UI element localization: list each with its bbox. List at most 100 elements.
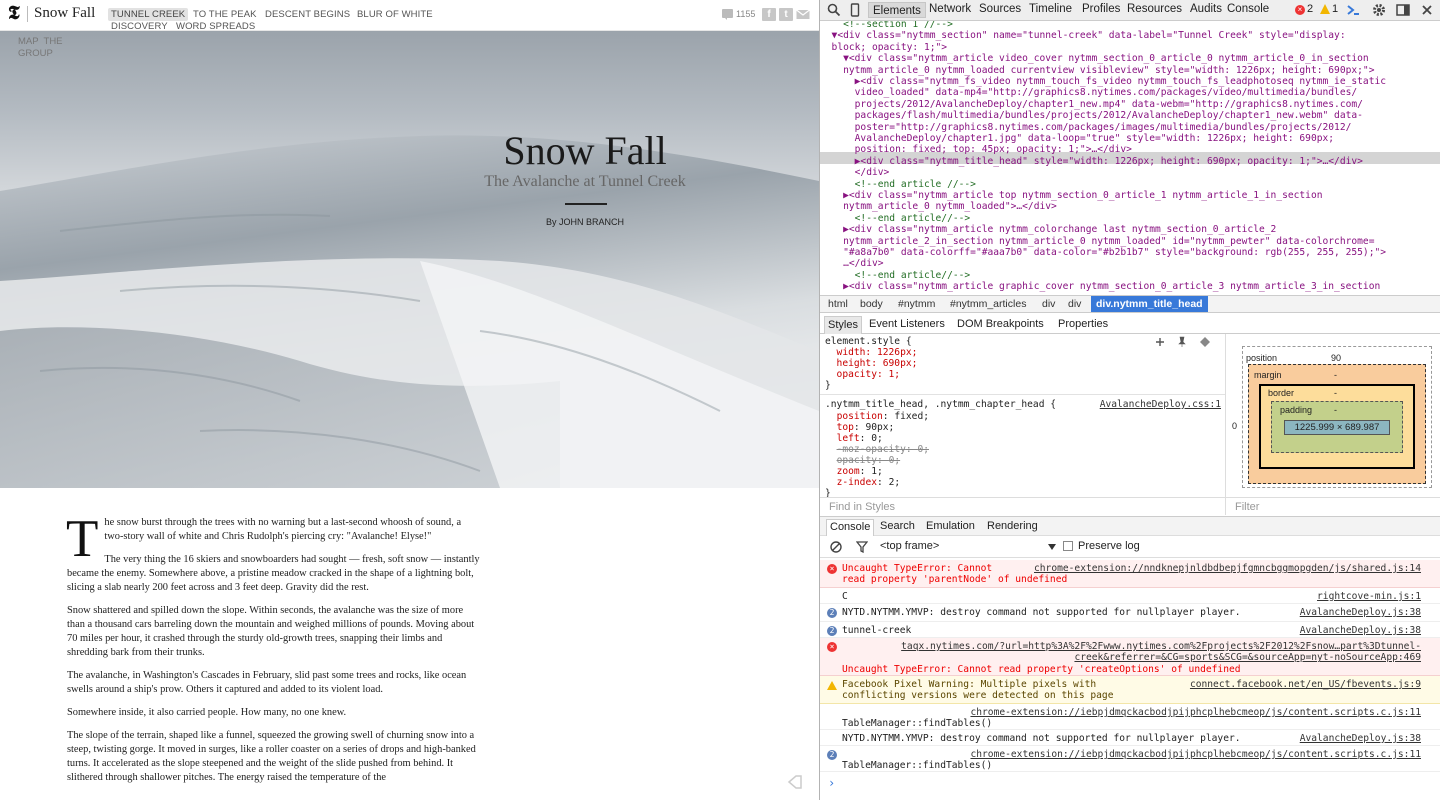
- console-source-link[interactable]: taqx.nytimes.com/?url=http%3A%2F%2Fwww.n…: [901, 641, 1421, 664]
- console-message[interactable]: × Uncaught TypeError: Cannot read proper…: [820, 638, 1440, 676]
- console-source-link[interactable]: chrome-extension://iebpjdmqckacbodjpijph…: [970, 707, 1421, 718]
- chapter-nav-descent-begins[interactable]: DESCENT BEGINS: [265, 9, 350, 20]
- tab-dom-breakpoints[interactable]: DOM Breakpoints: [957, 318, 1044, 330]
- css-property-name[interactable]: left: [837, 433, 860, 444]
- styles-pane[interactable]: element.style { width: 1226px; height: 6…: [820, 334, 1225, 497]
- console-message[interactable]: 2 tunnel-creek AvalancheDeploy.js:38: [820, 622, 1440, 638]
- dom-node-line[interactable]: ▶<div class="nytmm_article nytmm_colorch…: [820, 224, 1276, 235]
- console-source-link[interactable]: connect.facebook.net/en_US/fbevents.js:9: [1190, 679, 1421, 690]
- console-source-link[interactable]: rightcove-min.js:1: [1317, 591, 1421, 602]
- tab-console[interactable]: Console: [1227, 3, 1269, 15]
- facebook-icon[interactable]: f: [762, 8, 776, 21]
- tab-event-listeners[interactable]: Event Listeners: [869, 318, 945, 330]
- story-title-link[interactable]: Snow Fall: [34, 5, 95, 22]
- breadcrumb-item[interactable]: body: [860, 298, 883, 310]
- dom-node-line[interactable]: ▶<div class="nytmm_article top nytmm_sec…: [820, 190, 1322, 201]
- console-source-link[interactable]: AvalancheDeploy.js:38: [1300, 733, 1421, 744]
- dom-node-line[interactable]: ▼<div class="nytmm_article video_cover n…: [820, 53, 1369, 64]
- dom-node-line[interactable]: nytmm_article_2_in_section nytmm_article…: [820, 236, 1374, 247]
- css-property-name[interactable]: top: [837, 422, 854, 433]
- dom-tree[interactable]: <!--section 1 //--> ▼<div class="nytmm_s…: [820, 21, 1440, 295]
- console-message[interactable]: NYTD.NYTMM.YMVP: destroy command not sup…: [820, 730, 1440, 746]
- dom-node-line[interactable]: </div>: [820, 167, 890, 178]
- dom-node-line[interactable]: AvalancheDeploy/chapter1.jpg" data-loop=…: [820, 133, 1334, 144]
- css-property[interactable]: position: fixed;: [825, 411, 929, 422]
- css-property-name[interactable]: zoom: [837, 466, 860, 477]
- chapter-nav-word-spreads[interactable]: WORD SPREADS: [176, 21, 255, 32]
- padding-top[interactable]: -: [1334, 405, 1337, 415]
- dom-node-line[interactable]: block; opacity: 1;">: [820, 42, 948, 53]
- dom-node-line[interactable]: video_loaded" data-mp4="http://graphics8…: [820, 87, 1358, 98]
- error-count[interactable]: 2: [1307, 3, 1313, 15]
- new-rule-icon[interactable]: [1154, 336, 1214, 348]
- css-property[interactable]: top: 90px;: [825, 422, 895, 433]
- tab-styles[interactable]: Styles: [824, 316, 862, 334]
- breadcrumb-item[interactable]: html: [828, 298, 848, 310]
- console-source-link[interactable]: AvalancheDeploy.js:38: [1300, 625, 1421, 636]
- console-drawer-icon[interactable]: [1346, 3, 1360, 17]
- css-property-value[interactable]: 0;: [917, 444, 929, 455]
- filter-icon[interactable]: [856, 541, 868, 553]
- style-line[interactable]: opacity: 1;: [825, 369, 901, 380]
- console-message[interactable]: TableManager::findTables() chrome-extensi…: [820, 704, 1440, 730]
- email-icon[interactable]: [796, 8, 810, 21]
- drawer-tab-search[interactable]: Search: [880, 520, 915, 532]
- css-property-name[interactable]: z-index: [837, 477, 877, 488]
- dom-node-line[interactable]: poster="http://graphics8.nytimes.com/pac…: [820, 122, 1352, 133]
- dom-node-line[interactable]: <!--section 1 //-->: [820, 21, 953, 30]
- css-property-value[interactable]: 0;: [889, 455, 901, 466]
- filter-input[interactable]: Filter: [1225, 497, 1440, 515]
- breadcrumb-item[interactable]: div: [1068, 298, 1081, 310]
- console-message[interactable]: × Uncaught TypeError: Cannot read propert…: [820, 560, 1440, 588]
- breadcrumb-item[interactable]: #nytmm: [898, 298, 935, 310]
- find-in-styles-input[interactable]: Find in Styles: [820, 497, 1225, 515]
- tab-properties[interactable]: Properties: [1058, 318, 1108, 330]
- drawer-tab-rendering[interactable]: Rendering: [987, 520, 1038, 532]
- dom-node-line[interactable]: ▶<div class="nytmm_title_head" style="wi…: [820, 156, 1363, 167]
- console-prompt[interactable]: ›: [828, 777, 835, 789]
- error-icon[interactable]: ×: [1295, 5, 1305, 15]
- drawer-tab-console[interactable]: Console: [826, 519, 875, 536]
- tab-network[interactable]: Network: [929, 3, 971, 15]
- css-property[interactable]: z-index: 2;: [825, 477, 901, 488]
- dom-node-line[interactable]: packages/flash/multimedia/bundles/projec…: [820, 110, 1363, 121]
- tab-timeline[interactable]: Timeline: [1029, 3, 1072, 15]
- css-property-value[interactable]: fixed;: [894, 411, 929, 422]
- css-property-value[interactable]: 90px;: [865, 422, 894, 433]
- dom-node-line[interactable]: nytmm_article_0 nytmm_loaded currentview…: [820, 65, 1374, 76]
- style-line[interactable]: width: 1226px;: [825, 347, 918, 358]
- dom-node-line[interactable]: ▼<div class="nytmm_section" name="tunnel…: [820, 30, 1346, 41]
- margin-top[interactable]: -: [1334, 370, 1337, 380]
- dom-node-line[interactable]: projects/2012/AvalancheDeploy/chapter1_n…: [820, 99, 1363, 110]
- clear-console-icon[interactable]: [830, 541, 842, 553]
- twitter-icon[interactable]: t: [779, 8, 793, 21]
- frame-select[interactable]: <top frame>: [880, 540, 939, 552]
- preserve-log-checkbox[interactable]: [1063, 541, 1073, 551]
- css-property-value[interactable]: 2;: [889, 477, 901, 488]
- nyt-logo[interactable]: 𝕿: [8, 3, 20, 25]
- console-source-link[interactable]: AvalancheDeploy.js:38: [1300, 607, 1421, 618]
- dom-node-line[interactable]: <!--end article//-->: [820, 213, 971, 224]
- css-property-value[interactable]: 1;: [871, 466, 883, 477]
- css-property[interactable]: zoom: 1;: [825, 466, 883, 477]
- console-source-link[interactable]: chrome-extension://iebpjdmqckacbodjpijph…: [970, 749, 1421, 760]
- dom-node-line[interactable]: <!--end article//-->: [820, 270, 971, 281]
- scroll-arrow-icon[interactable]: [787, 775, 803, 789]
- css-property[interactable]: opacity: 0;: [825, 455, 901, 466]
- dom-node-line[interactable]: <!--end article //-->: [820, 179, 976, 190]
- gear-icon[interactable]: [1372, 3, 1386, 17]
- dock-side-icon[interactable]: [1396, 3, 1410, 17]
- chevron-down-icon[interactable]: [1048, 544, 1056, 550]
- console-messages[interactable]: › × Uncaught TypeError: Cannot read prope…: [820, 558, 1440, 800]
- css-property[interactable]: -moz-opacity: 0;: [825, 444, 929, 455]
- dom-node-line[interactable]: position: fixed; top: 45px; opacity: 1;"…: [820, 144, 1132, 155]
- css-property-name[interactable]: opacity: [837, 455, 877, 466]
- map-the-group-link[interactable]: MAP THE GROUP: [18, 36, 63, 60]
- warning-icon[interactable]: [1320, 4, 1330, 14]
- device-mode-icon[interactable]: [848, 3, 862, 17]
- console-message[interactable]: Crightcove-min.js:1: [820, 588, 1440, 604]
- comment-icon[interactable]: [722, 9, 733, 20]
- position-top[interactable]: 90: [1331, 353, 1341, 363]
- console-message[interactable]: 2 TableManager::findTables() chrome-exten…: [820, 746, 1440, 772]
- tab-resources[interactable]: Resources: [1127, 3, 1182, 15]
